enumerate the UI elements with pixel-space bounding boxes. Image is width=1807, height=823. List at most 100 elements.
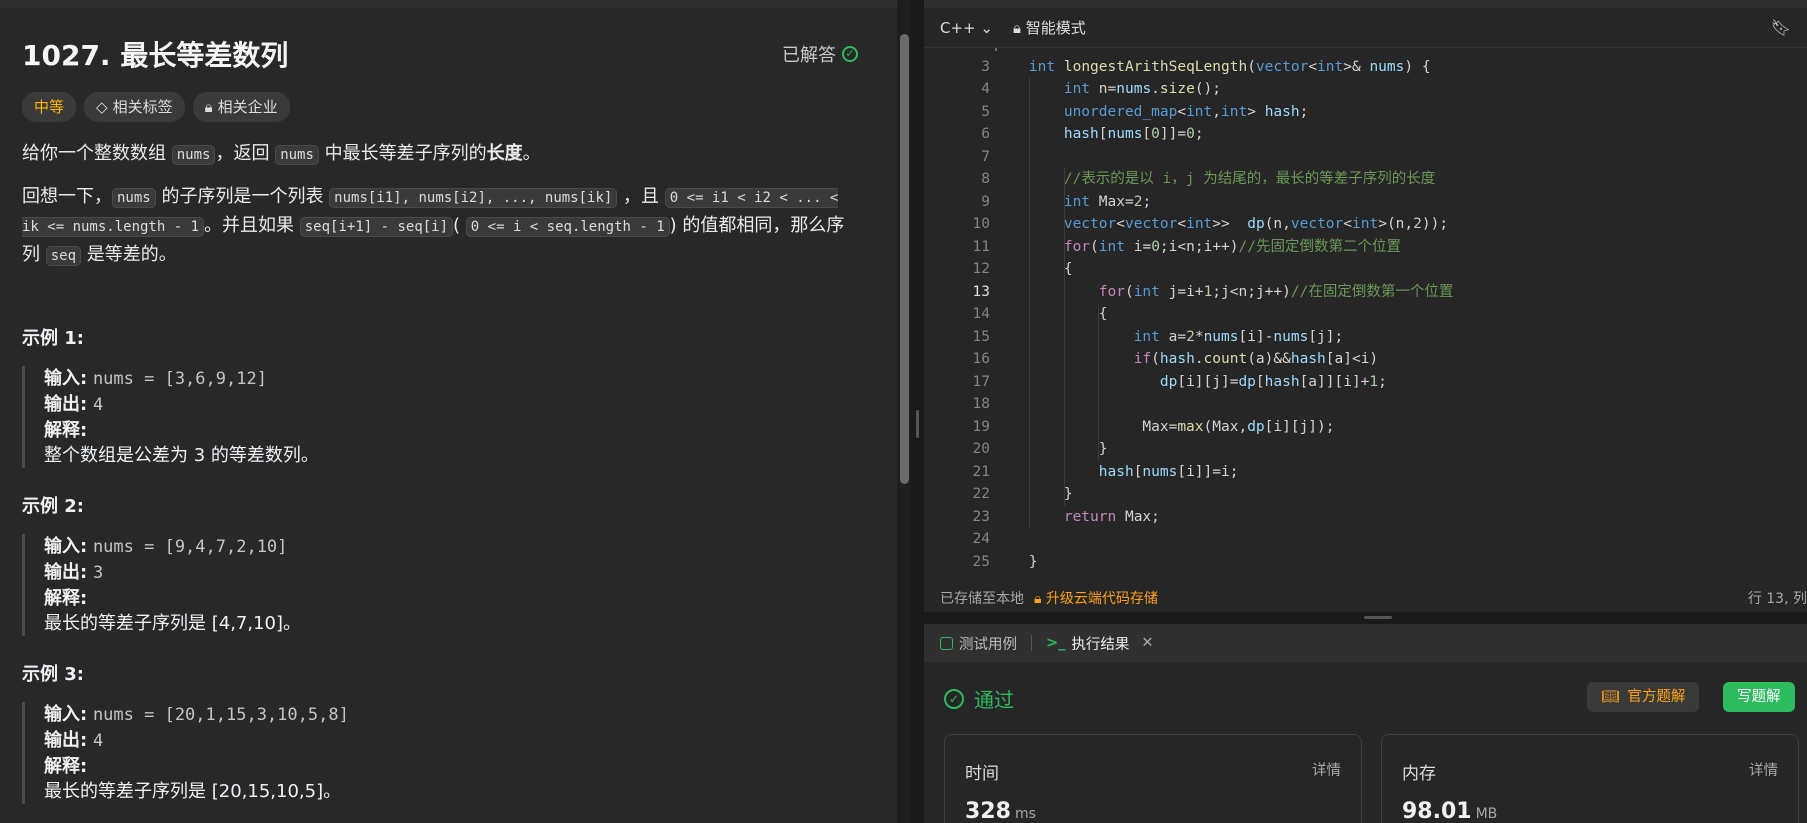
verdict: ✓ 通过 [944,684,1014,713]
related-companies-button[interactable]: 🔒︎ 相关企业 [192,92,290,122]
runtime-card[interactable]: 时间 详情 328 ms [944,734,1362,823]
resize-grip[interactable] [1364,616,1392,619]
input-label: 输入: [44,368,88,389]
code-text: int Max=2; [1063,193,1152,210]
output-value: 4 [92,731,104,751]
solved-check-icon: ✓ [842,46,858,62]
write-solution-button[interactable]: 写题解 [1723,682,1795,712]
code-editor-panel: C++ ⌄ 🔒︎ 智能模式 🔖︎ 2public:3 int longestAr… [924,0,1807,612]
code-line[interactable]: 4 int n=nums.size(); [924,78,1807,101]
problem-scrollbar[interactable] [897,0,911,823]
code-line[interactable]: 25 } [924,551,1807,574]
code-text: { [994,306,1108,322]
bookmark-icon[interactable]: 🔖︎ [1771,18,1791,37]
title-row: 1027. 最长等差数列 已解答 ✓ [22,34,862,74]
example-output: 输出: 4 [44,392,862,418]
related-tags-label: 相关标签 [112,98,173,116]
panel-top-strip [0,0,897,8]
code-line[interactable]: 7 [924,146,1807,169]
line-number: 13 [972,283,990,300]
related-tags-button[interactable]: ◇ 相关标签 [84,92,185,122]
code-line[interactable]: 6 hash[nums[0]]=0; [924,123,1807,146]
vertical-resize-handle[interactable] [911,0,924,823]
upgrade-label: 升级云端代码存储 [1045,591,1158,607]
line-number: 3 [981,58,990,75]
example-block: 输入: nums = [3,6,9,12] 输出: 4 解释: 整个数组是公差为… [22,366,862,468]
code-line[interactable]: 16 if(hash.count(a)&&hash[a]<i) [924,348,1807,371]
example-1: 示例 1: 输入: nums = [3,6,9,12] 输出: 4 解释: 整个… [22,324,862,468]
editor-top-strip [924,0,1807,8]
description-paragraph-2: 回想一下， nums 的子序列是一个列表 nums[i1], nums[i2], … [22,183,862,270]
language-select[interactable]: C++ ⌄ [940,19,993,37]
desc-text: ( [453,215,466,236]
horizontal-resize-handle[interactable] [924,612,1807,624]
code-line[interactable]: 13 for(int j=i+1;j<n;j++)//在固定倒数第一个位置 [924,281,1807,304]
explain-text: 最长的等差子序列是 [20,15,10,5]。 [44,781,342,802]
example-block: 输入: nums = [9,4,7,2,10] 输出: 3 解释: 最长的等差子… [22,534,862,636]
official-solution-button[interactable]: 📖︎ 官方题解 [1587,682,1700,712]
code-line[interactable]: 22 } [924,483,1807,506]
code-line[interactable]: 23 return Max; [924,506,1807,529]
explain-text: 整个数组是公差为 3 的等差数列。 [44,445,319,466]
desc-text: 是等差的。 [81,244,177,265]
code-line[interactable]: 11 for(int i=0;i<n;i++)//先固定倒数第二个位置 [924,236,1807,259]
line-number: 16 [972,351,990,367]
code-line[interactable]: 14 { [924,303,1807,326]
line-number: 6 [981,126,990,142]
example-block: 输入: nums = [20,1,15,3,10,5,8] 输出: 4 解释: … [22,702,862,804]
code-text: //表示的是以 i，j 为结尾的，最长的等差子序列的长度 [1063,171,1436,187]
output-label: 输出: [44,394,88,415]
cursor-position: 行 13, 列 [1747,591,1807,607]
close-icon[interactable]: ✕ [1141,635,1153,651]
example-input: 输入: nums = [20,1,15,3,10,5,8] [44,702,862,728]
code-line[interactable]: 8 //表示的是以 i，j 为结尾的，最长的等差子序列的长度 [924,168,1807,191]
inline-code: nums [275,145,319,165]
code-line[interactable]: 18 [924,393,1807,416]
memory-card[interactable]: 内存 详情 98.01 MB [1381,734,1799,823]
code-line[interactable]: 19 Max=max(Max,dp[i][j]); [924,416,1807,439]
line-number: 19 [972,418,990,435]
runtime-details-link[interactable]: 详情 [1312,759,1341,780]
memory-value: 98.01 [1402,799,1472,823]
example-title: 示例 2: [22,496,84,517]
code-line[interactable]: 20 } [924,438,1807,461]
code-text: { [994,261,1073,277]
tab-testcase[interactable]: 测试用例 [940,633,1017,654]
runtime-label: 时间 [965,764,999,784]
verdict-label: 通过 [974,688,1014,712]
code-area[interactable]: 2public:3 int longestArithSeqLength(vect… [924,48,1807,586]
terminal-icon: >_ [1046,635,1066,651]
code-line[interactable]: 17 dp[i][j]=dp[hash[a]][i]+1; [924,371,1807,394]
inline-code: 0 <= i < seq.length - 1 [465,217,670,237]
code-line[interactable]: 5 unordered_map<int,int> hash; [924,101,1807,124]
code-line[interactable]: 10 vector<vector<int>> dp(n,vector<int>(… [924,213,1807,236]
difficulty-badge: 中等 [22,92,77,122]
code-line[interactable]: 15 int a=2*nums[i]-nums[j]; [924,326,1807,349]
line-number: 5 [981,103,990,120]
upgrade-storage-link[interactable]: 🔒︎ 升级云端代码存储 [1034,588,1158,608]
example-output: 输出: 4 [44,728,862,754]
tab-result[interactable]: >_ 执行结果 ✕ [1046,633,1154,654]
explain-label: 解释: [44,756,88,777]
code-line[interactable]: 3 int longestArithSeqLength(vector<int>&… [924,56,1807,79]
scrollbar-thumb[interactable] [900,34,909,484]
line-number: 20 [972,441,990,457]
memory-details-link[interactable]: 详情 [1749,759,1778,780]
mode-label: 智能模式 [1025,19,1086,37]
memory-label: 内存 [1402,764,1436,784]
code-line[interactable]: 2 public: [924,48,1807,56]
code-line[interactable]: 12 { [924,258,1807,281]
explain-text: 最长的等差子序列是 [4,7,10]。 [44,613,302,634]
code-text: int a=2*nums[i]-nums[j]; [1133,328,1344,345]
line-number: 21 [972,463,990,480]
official-solution-label: 官方题解 [1627,689,1686,705]
lock-icon: 🔒︎ [1034,591,1042,607]
code-line[interactable]: 21 hash[nums[i]]=i; [924,461,1807,484]
line-number: 12 [972,261,990,277]
code-text: hash[nums[0]]=0; [1063,126,1204,142]
mode-select[interactable]: 🔒︎ 智能模式 [1013,17,1086,38]
editor-status-bar: 已存储至本地 🔒︎ 升级云端代码存储 行 13, 列 [924,584,1807,612]
code-line[interactable]: 24 [924,528,1807,551]
resize-grip[interactable] [916,410,919,438]
code-line[interactable]: 9 int Max=2; [924,191,1807,214]
